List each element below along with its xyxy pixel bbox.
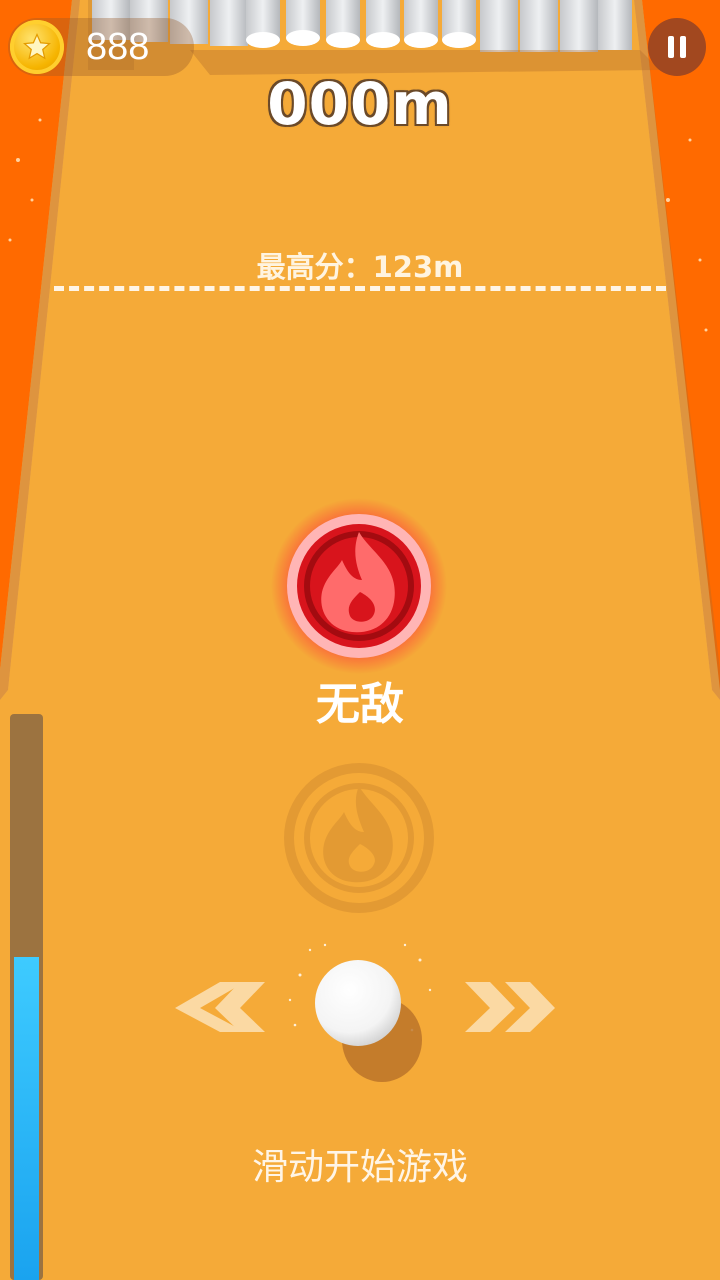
powerup-label: 无敌 xyxy=(316,679,404,730)
pause-button[interactable] xyxy=(648,18,706,76)
best-score-label: 最高分：123m xyxy=(256,250,464,284)
best-score-line xyxy=(54,286,666,291)
invincible-powerup[interactable] xyxy=(271,498,447,674)
pause-icon xyxy=(668,36,686,58)
start-hint: 滑动开始游戏 xyxy=(251,1147,468,1188)
ghost-powerup xyxy=(284,763,434,913)
coin-count: 888 xyxy=(86,26,150,68)
coin-counter: 888 xyxy=(8,18,194,76)
progress-bar xyxy=(10,714,43,1280)
distance-meter: 000m xyxy=(267,70,453,138)
game-scene[interactable] xyxy=(0,0,720,1280)
progress-fill xyxy=(14,957,39,1280)
star-coin-icon xyxy=(10,20,64,74)
